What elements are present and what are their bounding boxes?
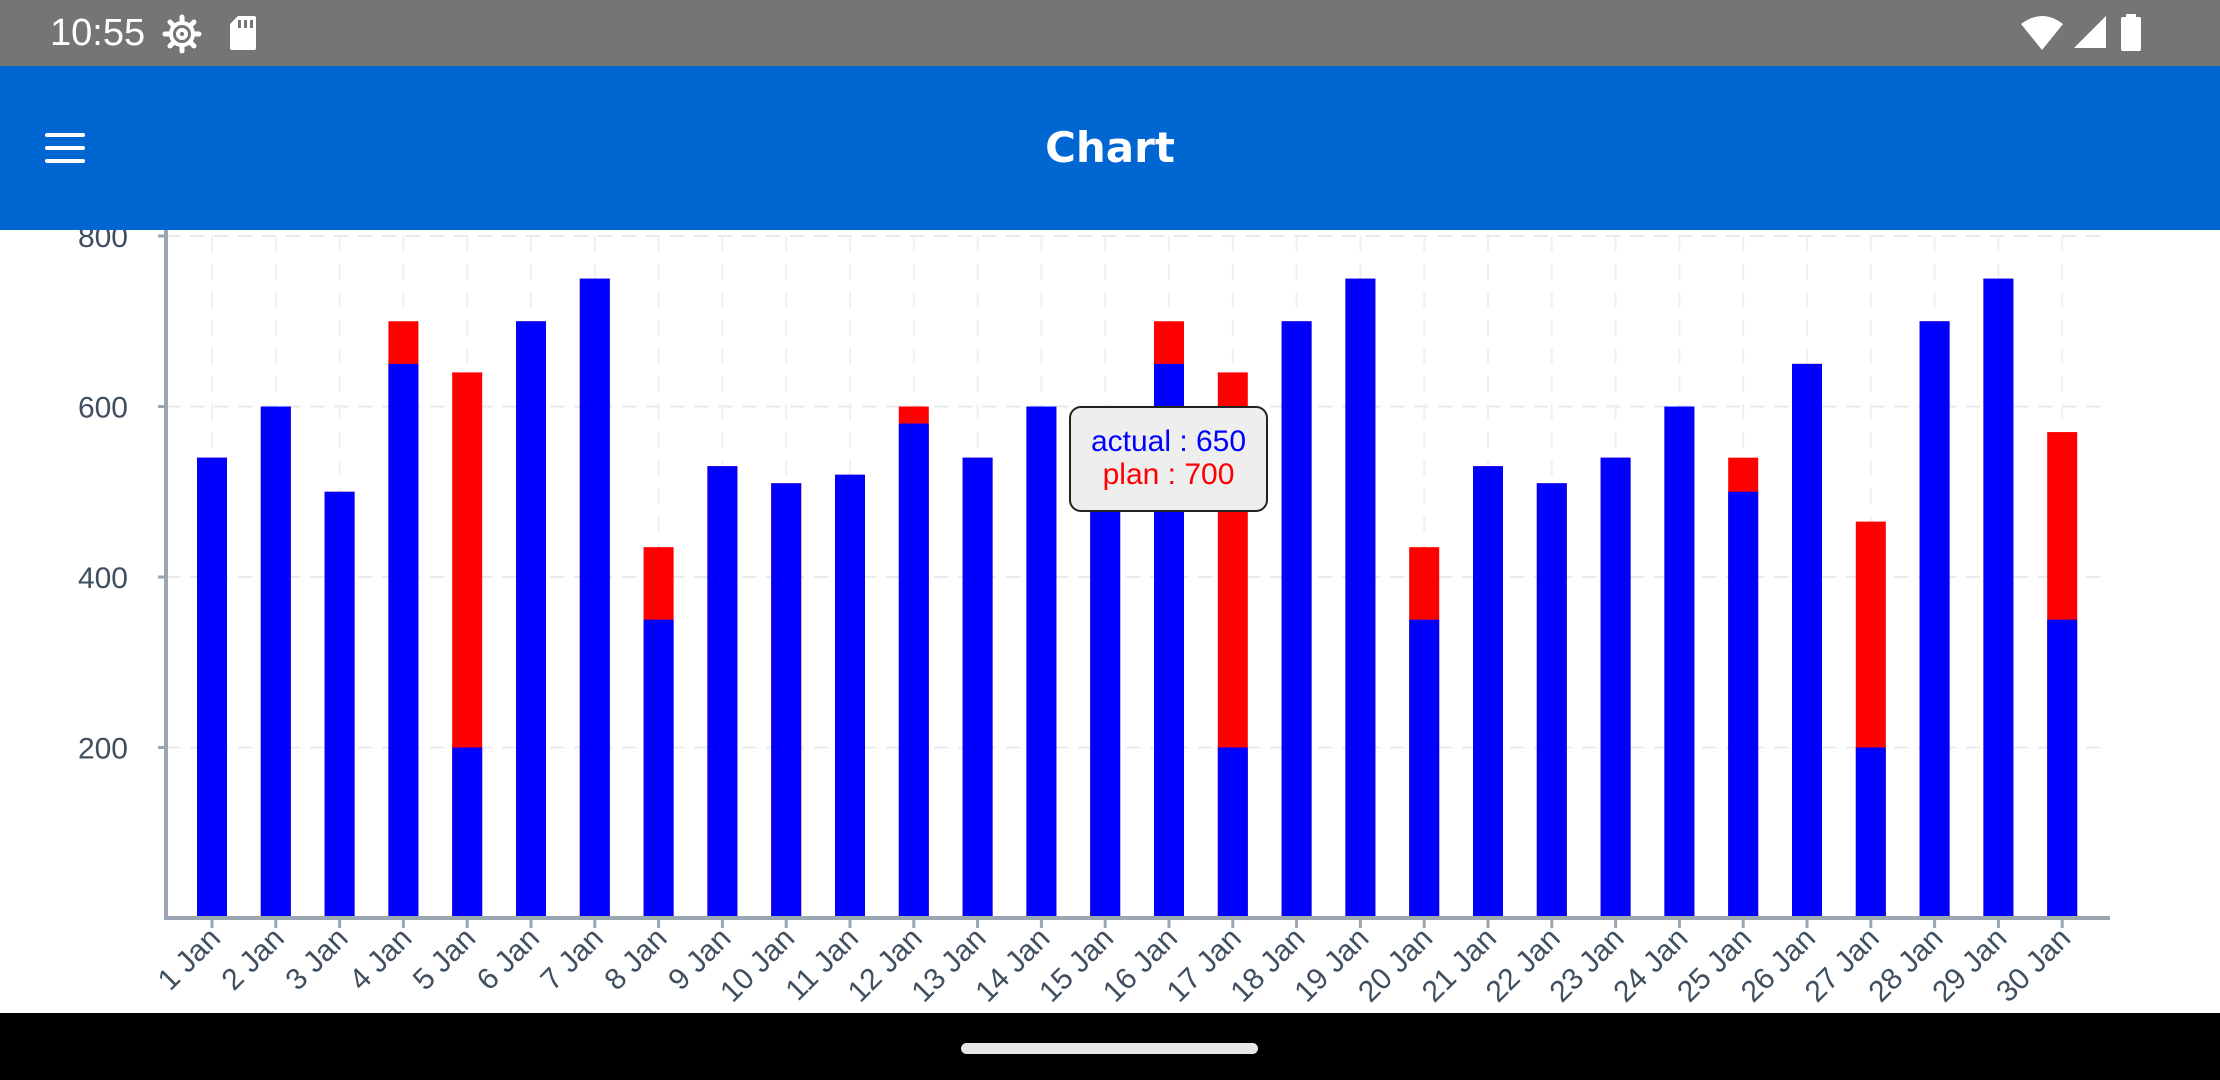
page-title: Chart — [1045, 123, 1175, 172]
app-bar: Chart — [0, 66, 2220, 230]
x-tick-label: 30 Jan — [1990, 922, 2077, 1009]
bar-actual — [1919, 321, 1950, 918]
bar-actual — [1090, 491, 1121, 918]
chart-area: 200 400 600 800 1 Jan 2 Jan 3 Jan 4 Jan 5 Jan 6 J… — [0, 230, 2220, 1013]
bar-actual — [707, 466, 738, 918]
y-tick-label: 400 — [78, 562, 128, 595]
tooltip-actual: actual : 650 — [1090, 425, 1247, 458]
bar-actual — [1473, 466, 1503, 918]
bar-actual — [579, 278, 610, 918]
y-tick-label: 800 — [78, 230, 128, 254]
bar-actual — [1728, 491, 1759, 918]
bar-actual — [1855, 747, 1886, 918]
y-tick-label: 600 — [78, 392, 128, 425]
bar-actual — [1345, 278, 1376, 918]
bar-actual — [1536, 483, 1567, 918]
bar-actual — [197, 457, 227, 918]
bar-actual — [1600, 457, 1631, 918]
bar-actual — [324, 491, 355, 918]
settings-icon — [162, 14, 202, 54]
y-tick-label: 200 — [78, 733, 128, 766]
bar-actual — [452, 747, 483, 918]
battery-icon — [2121, 14, 2141, 51]
navigation-bar — [0, 1013, 2220, 1080]
home-indicator[interactable] — [961, 1043, 1258, 1054]
bar-actual — [1792, 363, 1822, 918]
status-bar: 10:55 — [0, 0, 2220, 66]
x-tick-label: 2 Jan — [216, 922, 291, 997]
bar-actual — [260, 406, 291, 918]
status-time: 10:55 — [50, 12, 146, 54]
x-tick-label: 4 Jan — [343, 922, 418, 997]
bar-actual — [1409, 619, 1440, 918]
bar-actual — [898, 423, 929, 918]
x-tick-label: 3 Jan — [279, 922, 354, 997]
signal-icon — [2074, 16, 2106, 48]
bar-actual — [1281, 321, 1312, 918]
bar-chart: 200 400 600 800 1 Jan2 Jan3 Jan4 Jan5 Jan6 J… — [78, 230, 2110, 1009]
bar-actual — [1026, 406, 1057, 918]
bar-actual — [1983, 278, 2014, 918]
x-tick-label: 6 Jan — [471, 922, 546, 997]
sd-card-icon — [230, 16, 256, 50]
x-tick-label: 7 Jan — [535, 922, 610, 997]
x-tick-label: 10 Jan — [714, 922, 801, 1009]
bar-actual — [388, 363, 419, 918]
wifi-icon — [2021, 16, 2063, 50]
chart-tooltip: actual : 650 plan : 700 — [1069, 406, 1268, 512]
bar-actual — [1217, 747, 1248, 918]
bar-actual — [516, 321, 546, 918]
bar-actual — [835, 474, 865, 918]
x-tick-label: 1 Jan — [152, 922, 227, 997]
bar-actual — [771, 483, 802, 918]
bar-actual — [1664, 406, 1695, 918]
x-tick-label: 8 Jan — [598, 922, 673, 997]
x-tick-label: 5 Jan — [407, 922, 482, 997]
bar-actual — [962, 457, 993, 918]
tooltip-plan: plan : 700 — [1102, 458, 1235, 491]
bar-actual — [2047, 619, 2078, 918]
bar-actual — [643, 619, 674, 918]
